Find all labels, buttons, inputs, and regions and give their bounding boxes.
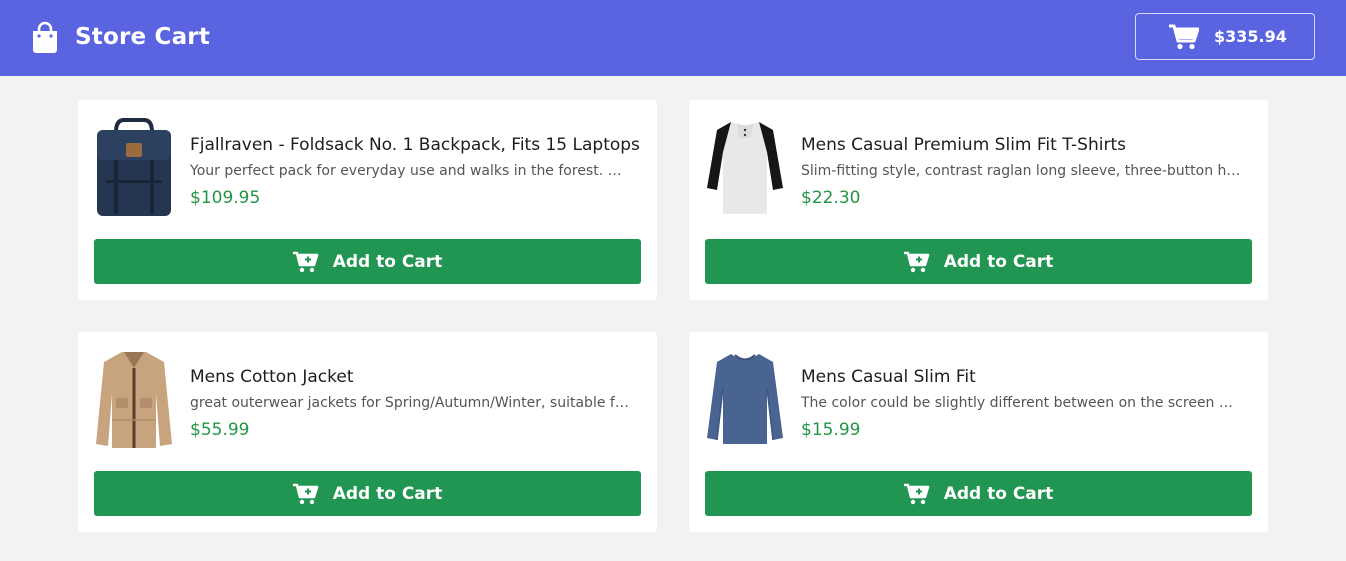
cart-plus-icon [292,483,318,504]
cart-plus-icon [292,251,318,272]
product-description: great outerwear jackets for Spring/Autum… [190,395,630,411]
product-title: Fjallraven - Foldsack No. 1 Backpack, Fi… [190,135,640,155]
add-to-cart-label: Add to Cart [332,251,443,272]
product-title: Mens Cotton Jacket [190,367,354,387]
add-to-cart-label: Add to Cart [943,483,1054,504]
product-title: Mens Casual Premium Slim Fit T-Shirts [801,135,1126,155]
product-image [707,122,783,214]
store-title: Store Cart [75,24,211,50]
product-card: Mens Casual Slim Fit The color could be … [689,332,1268,532]
shopping-bag-icon [33,21,57,53]
product-image [97,118,171,216]
app-header: Store Cart $335.94 [0,0,1346,76]
cart-total-button[interactable]: $335.94 [1135,13,1315,60]
cart-plus-icon [903,483,929,504]
add-to-cart-button[interactable]: Add to Cart [94,239,641,284]
shopping-cart-icon [1169,24,1199,50]
product-price: $22.30 [801,188,861,208]
product-card: Fjallraven - Foldsack No. 1 Backpack, Fi… [78,100,657,300]
product-description: Slim-fitting style, contrast raglan long… [801,163,1241,179]
product-card: Mens Cotton Jacket great outerwear jacke… [78,332,657,532]
product-image [707,354,783,444]
product-description: Your perfect pack for everyday use and w… [190,163,630,179]
cart-total-amount: $335.94 [1214,27,1287,46]
add-to-cart-button[interactable]: Add to Cart [705,239,1252,284]
product-image [96,352,172,448]
product-price: $109.95 [190,188,261,208]
add-to-cart-label: Add to Cart [943,251,1054,272]
product-title: Mens Casual Slim Fit [801,367,976,387]
product-card: Mens Casual Premium Slim Fit T-Shirts Sl… [689,100,1268,300]
add-to-cart-label: Add to Cart [332,483,443,504]
add-to-cart-button[interactable]: Add to Cart [94,471,641,516]
product-description: The color could be slightly different be… [801,395,1241,411]
cart-plus-icon [903,251,929,272]
add-to-cart-button[interactable]: Add to Cart [705,471,1252,516]
product-price: $55.99 [190,420,250,440]
product-price: $15.99 [801,420,861,440]
